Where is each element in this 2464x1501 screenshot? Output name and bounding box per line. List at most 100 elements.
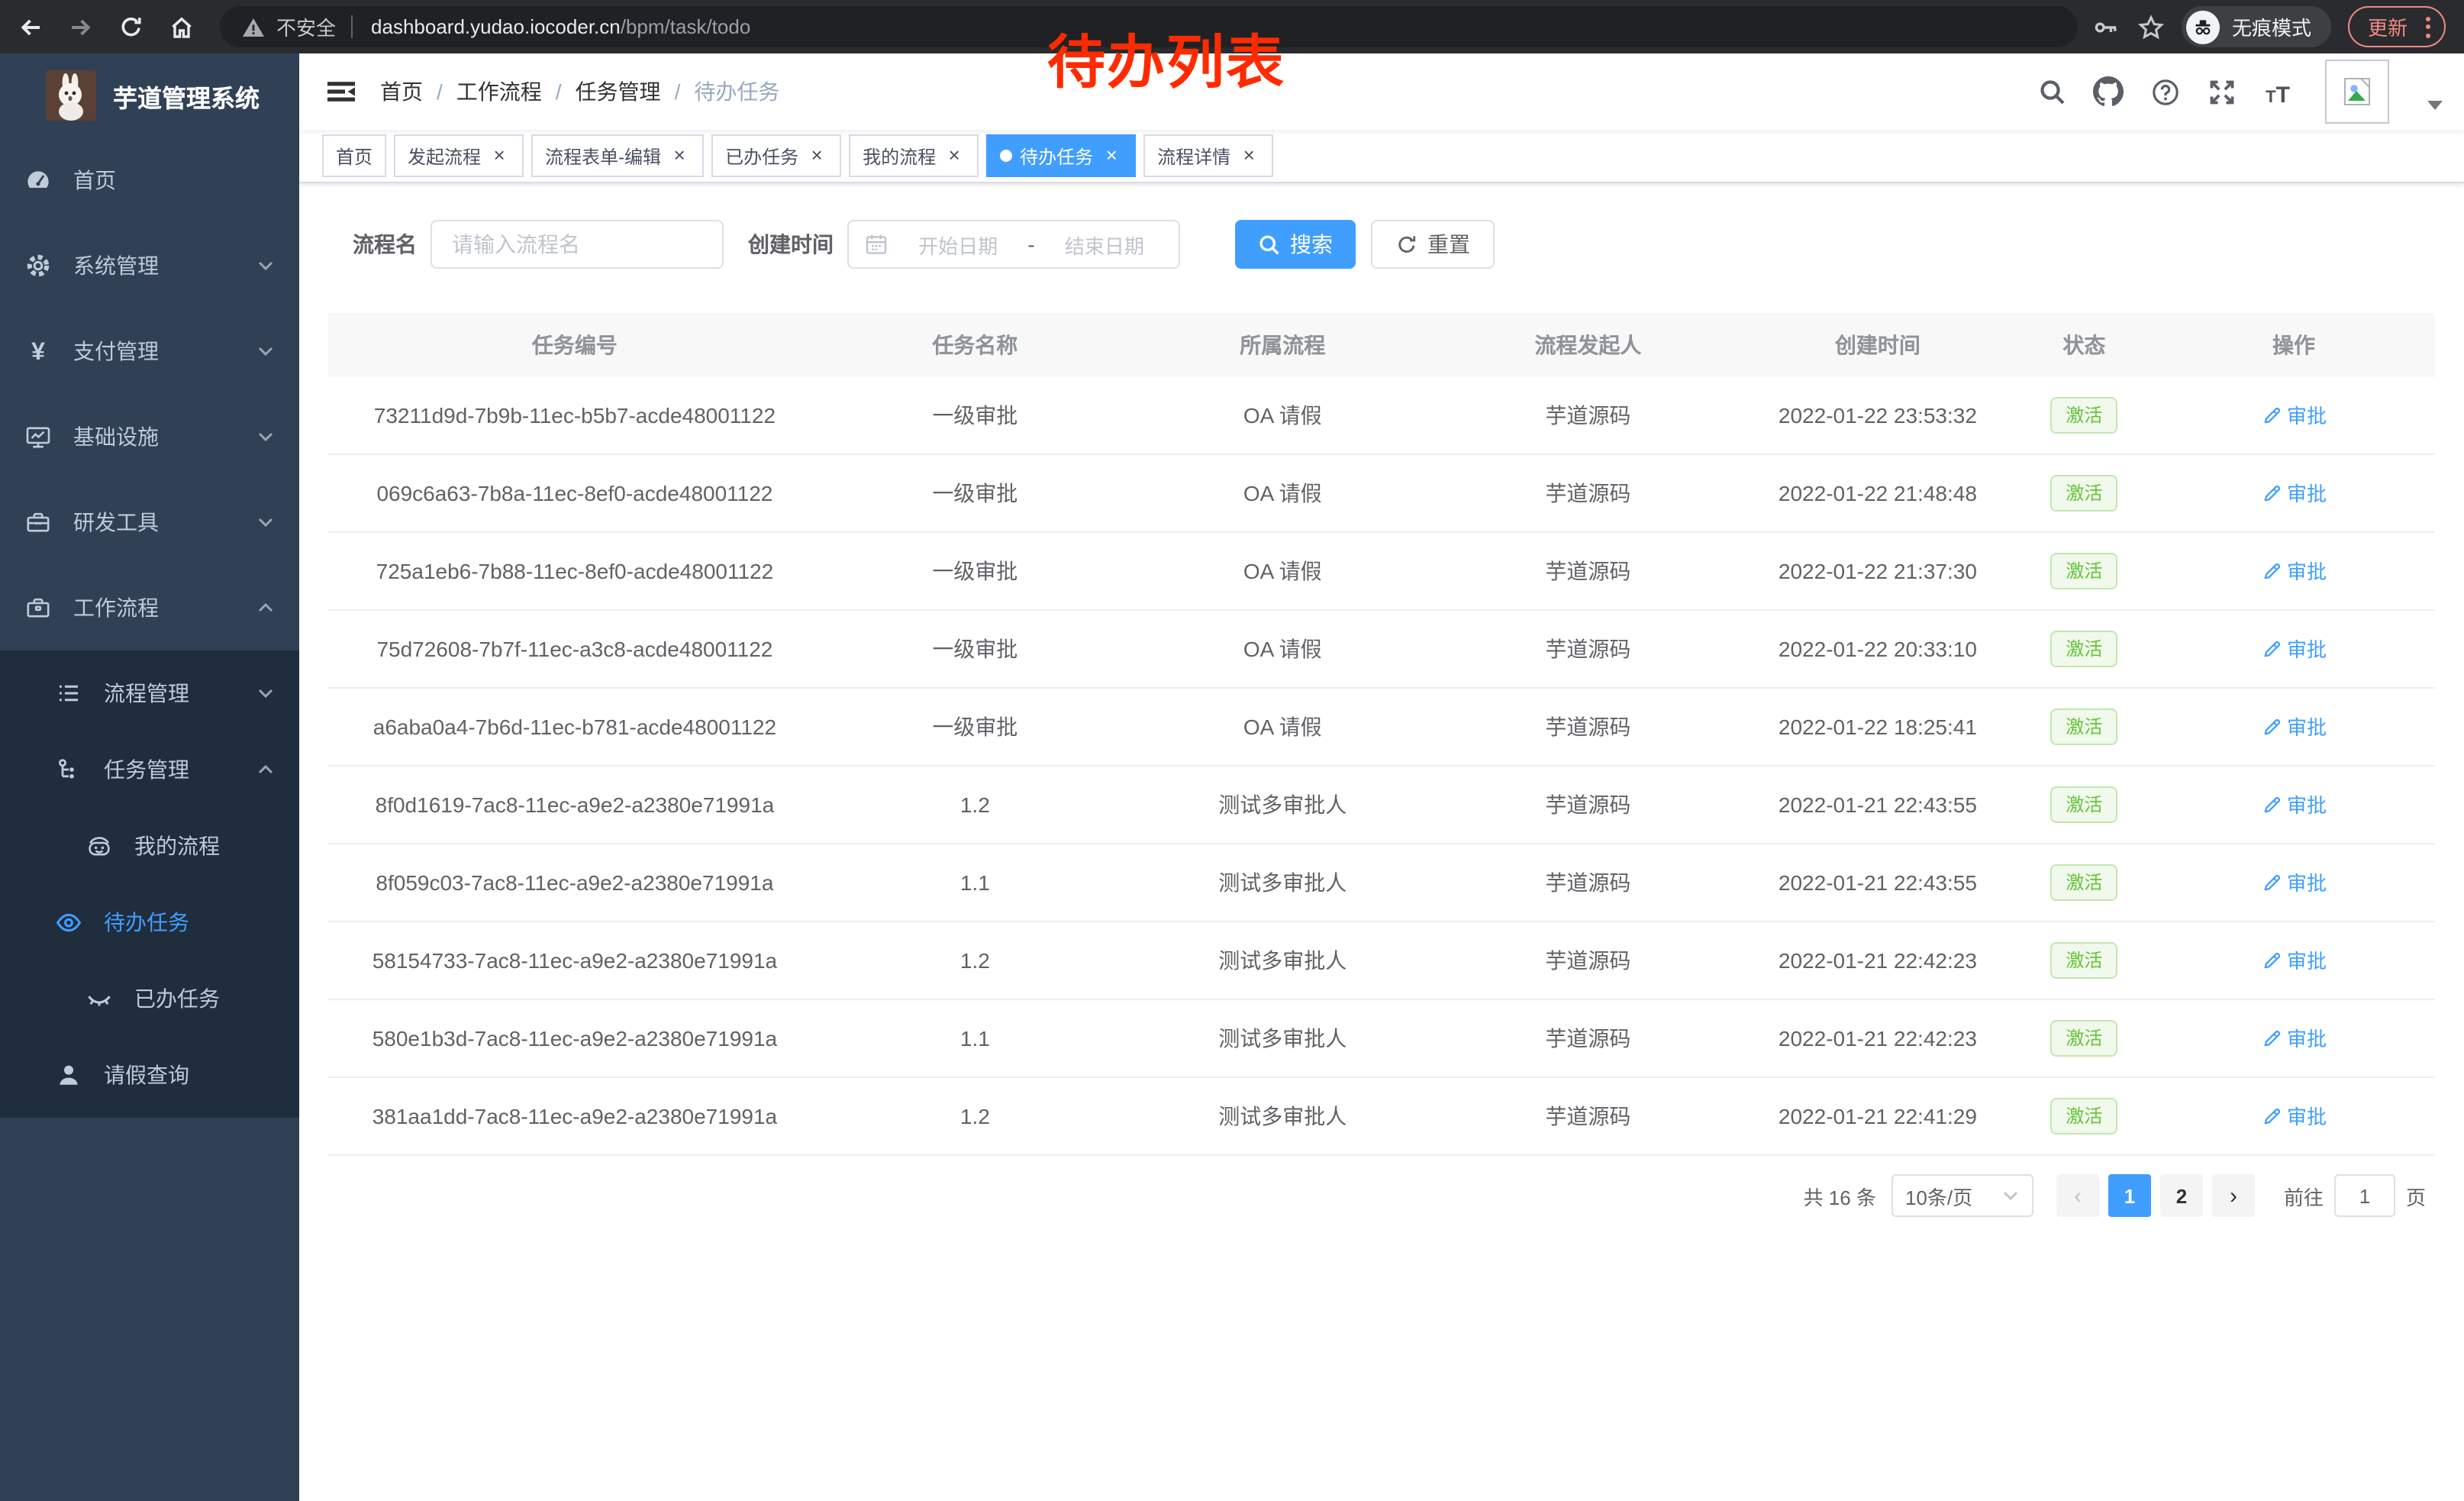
sidebar-item-task-mgmt[interactable]: 任务管理 (0, 731, 299, 808)
sidebar-item-payment[interactable]: ¥ 支付管理 (0, 308, 299, 394)
range-separator: - (1027, 232, 1034, 257)
home-button[interactable] (162, 7, 202, 47)
tab-done-tasks[interactable]: 已办任务 (711, 134, 841, 177)
goto-page-input[interactable] (2334, 1174, 2395, 1217)
breadcrumb-separator: / (556, 79, 562, 104)
approve-link[interactable]: 审批 (2261, 557, 2327, 586)
tab-process-detail[interactable]: 流程详情 (1143, 134, 1273, 177)
sidebar-item-todo-tasks[interactable]: 待办任务 (0, 884, 299, 960)
close-icon[interactable] (669, 145, 690, 166)
close-icon[interactable] (806, 145, 827, 166)
sidebar-item-infra[interactable]: 基础设施 (0, 394, 299, 479)
date-range-picker[interactable]: 开始日期 - 结束日期 (847, 220, 1180, 269)
fullscreen-icon[interactable] (2206, 76, 2237, 107)
tab-home[interactable]: 首页 (322, 134, 386, 177)
page-button-1[interactable]: 1 (2108, 1174, 2151, 1217)
sidebar-item-done-tasks[interactable]: 已办任务 (0, 960, 299, 1037)
breadcrumb-item[interactable]: 任务管理 (576, 76, 661, 107)
page-size-select[interactable]: 10条/页 (1892, 1174, 2033, 1217)
cell-process: OA 请假 (1129, 377, 1437, 454)
status-badge: 激活 (2050, 397, 2117, 434)
back-icon (17, 13, 44, 40)
list-icon (55, 679, 82, 707)
approve-link[interactable]: 审批 (2261, 790, 2327, 819)
chevron-up-icon (256, 599, 275, 617)
col-status: 状态 (2016, 313, 2153, 377)
col-task-id: 任务编号 (328, 313, 821, 377)
sidebar-item-label: 已办任务 (134, 983, 275, 1014)
prev-page-button[interactable] (2056, 1174, 2099, 1217)
col-process: 所属流程 (1129, 313, 1437, 377)
sidebar-item-devtools[interactable]: 研发工具 (0, 479, 299, 565)
key-icon[interactable] (2093, 13, 2121, 40)
breadcrumb-separator: / (675, 79, 681, 104)
page-button-2[interactable]: 2 (2160, 1174, 2203, 1217)
goto-label: 前往 (2284, 1181, 2324, 1210)
chevron-down-icon (256, 684, 275, 702)
help-icon[interactable] (2150, 76, 2180, 107)
table-row: 381aa1dd-7ac8-11ec-a9e2-a2380e71991a 1.2… (328, 1077, 2435, 1155)
approve-link[interactable]: 审批 (2261, 479, 2327, 508)
approve-link[interactable]: 审批 (2261, 1102, 2327, 1131)
close-icon[interactable] (1238, 145, 1259, 166)
workflow-submenu: 流程管理 任务管理 我的流程 待办任务 已办 (0, 650, 299, 1118)
github-icon[interactable] (2093, 76, 2124, 107)
search-button[interactable]: 搜索 (1235, 220, 1356, 269)
cell-task-id: 069c6a63-7b8a-11ec-8ef0-acde48001122 (328, 454, 821, 532)
sidebar-item-workflow[interactable]: 工作流程 (0, 565, 299, 650)
dashboard-icon (24, 166, 52, 194)
process-name-label: 流程名 (353, 229, 417, 260)
approve-link[interactable]: 审批 (2261, 868, 2327, 897)
cell-process: 测试多审批人 (1129, 999, 1437, 1077)
app-logo-row[interactable]: 芋道管理系统 (0, 53, 299, 137)
sidebar-item-home[interactable]: 首页 (0, 137, 299, 223)
next-page-button[interactable] (2212, 1174, 2255, 1217)
approve-link[interactable]: 审批 (2261, 946, 2327, 975)
security-label: 不安全 (276, 12, 336, 41)
table-row: 58154733-7ac8-11ec-a9e2-a2380e71991a 1.2… (328, 922, 2435, 999)
table-row: 580e1b3d-7ac8-11ec-a9e2-a2380e71991a 1.1… (328, 999, 2435, 1077)
font-size-icon[interactable]: TT (2262, 76, 2293, 107)
tab-my-process[interactable]: 我的流程 (849, 134, 979, 177)
menu-kebab-icon[interactable] (2421, 16, 2435, 37)
avatar[interactable] (2325, 60, 2389, 124)
forward-button[interactable] (61, 7, 101, 47)
close-icon[interactable] (1101, 145, 1122, 166)
cell-task-name: 1.1 (821, 844, 1129, 922)
refresh-icon (1395, 233, 1418, 256)
process-name-input[interactable] (432, 232, 722, 257)
tab-start-process[interactable]: 发起流程 (394, 134, 524, 177)
sidebar-item-system[interactable]: 系统管理 (0, 223, 299, 308)
update-label: 更新 (2368, 12, 2408, 41)
sidebar-item-label: 流程管理 (104, 678, 256, 709)
update-button[interactable]: 更新 (2348, 6, 2446, 47)
approve-link[interactable]: 审批 (2261, 401, 2327, 430)
sidebar-item-process-mgmt[interactable]: 流程管理 (0, 655, 299, 731)
edit-icon (2261, 1028, 2282, 1049)
close-icon[interactable] (943, 145, 965, 166)
url-host: dashboard.yudao.iocoder.cn (371, 15, 621, 38)
approve-link[interactable]: 审批 (2261, 1024, 2327, 1053)
avatar-caret-icon[interactable] (2427, 101, 2443, 110)
tab-form-edit[interactable]: 流程表单-编辑 (531, 134, 704, 177)
sidebar-item-my-process[interactable]: 我的流程 (0, 808, 299, 884)
sidebar-item-leave-query[interactable]: 请假查询 (0, 1037, 299, 1113)
sidebar-item-label: 请假查询 (104, 1060, 275, 1090)
search-icon[interactable] (2037, 76, 2067, 107)
sidebar-collapse-button[interactable] (313, 64, 368, 119)
tab-todo-tasks[interactable]: 待办任务 (986, 134, 1136, 177)
breadcrumb-item[interactable]: 工作流程 (456, 76, 542, 107)
home-icon (168, 13, 195, 40)
reload-button[interactable] (111, 7, 151, 47)
close-icon[interactable] (489, 145, 510, 166)
main-area: 首页 / 工作流程 / 任务管理 / 待办任务 TT (299, 53, 2464, 1501)
breadcrumb-item[interactable]: 首页 (380, 76, 423, 107)
approve-link[interactable]: 审批 (2261, 712, 2327, 741)
pagination: 共 16 条 10条/页 1 2 前往 页 (328, 1174, 2435, 1217)
bookmark-star-icon[interactable] (2137, 13, 2165, 40)
toolbar-right: 无痕模式 更新 (2093, 6, 2464, 47)
reset-button[interactable]: 重置 (1371, 220, 1495, 269)
cell-task-id: 381aa1dd-7ac8-11ec-a9e2-a2380e71991a (328, 1077, 821, 1155)
approve-link[interactable]: 审批 (2261, 634, 2327, 663)
back-button[interactable] (11, 7, 50, 47)
